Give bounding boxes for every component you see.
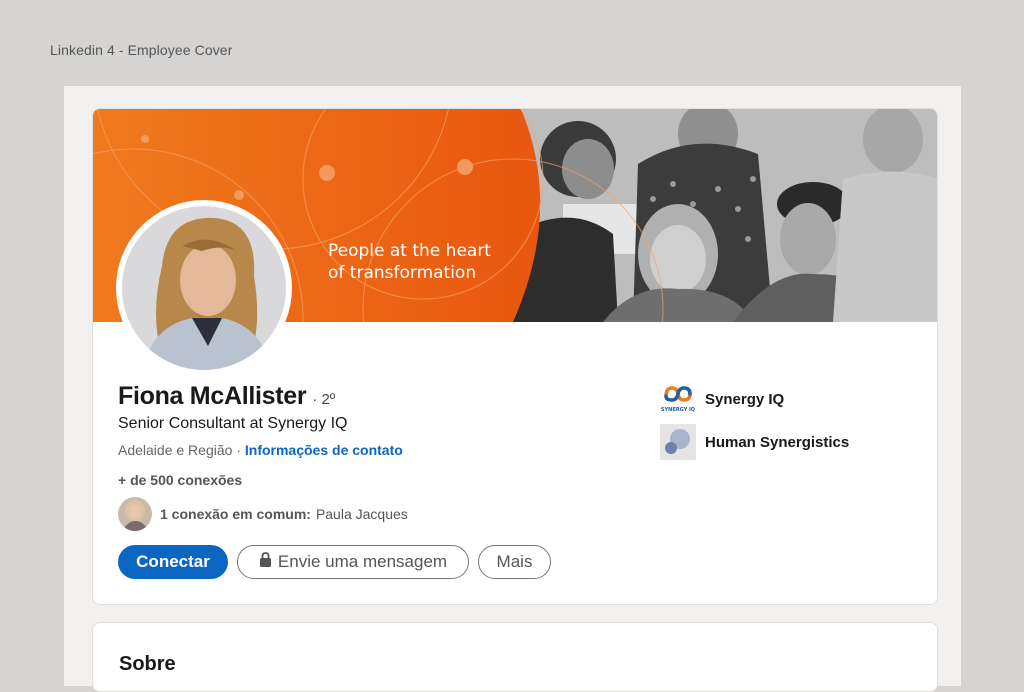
synergy-iq-logo-icon: SYNERGY IQ bbox=[660, 381, 696, 417]
profile-headline: Senior Consultant at Synergy IQ bbox=[118, 415, 348, 432]
company-name: Human Synergistics bbox=[705, 433, 850, 451]
profile-location: Adelaide e Região bbox=[118, 442, 233, 458]
cover-tagline-line-1: People at the heart bbox=[328, 241, 491, 261]
mutual-connections[interactable]: 1 conexão em comum: Paula Jacques bbox=[118, 497, 408, 531]
profile-avatar[interactable] bbox=[122, 206, 286, 370]
company-synergy-iq[interactable]: SYNERGY IQ Synergy IQ bbox=[660, 381, 784, 417]
mutual-avatar bbox=[118, 497, 152, 531]
action-buttons: Conectar Envie uma mensagem Mais bbox=[118, 545, 551, 579]
about-title: Sobre bbox=[119, 653, 176, 675]
team-photo bbox=[513, 109, 937, 322]
connections-count[interactable]: + de 500 conexões bbox=[118, 472, 242, 488]
message-button-label: Envie uma mensagem bbox=[277, 552, 448, 571]
profile-name-row: Fiona McAllister · 2º bbox=[118, 382, 335, 411]
connect-button[interactable]: Conectar bbox=[118, 545, 228, 579]
mutual-count: 1 conexão em comum: bbox=[160, 506, 311, 522]
artboard-label: Linkedin 4 - Employee Cover bbox=[50, 42, 233, 58]
more-button[interactable]: Mais bbox=[478, 545, 551, 579]
location-separator: · bbox=[236, 442, 241, 458]
human-synergistics-logo-icon bbox=[660, 424, 696, 460]
connection-degree: · 2º bbox=[312, 391, 336, 408]
message-button[interactable]: Envie uma mensagem bbox=[237, 545, 469, 579]
about-section: Sobre bbox=[92, 622, 938, 692]
mutual-name: Paula Jacques bbox=[315, 506, 408, 522]
contact-info-link[interactable]: Informações de contato bbox=[245, 442, 403, 458]
cover-tagline: People at the heart of transformation bbox=[328, 240, 548, 284]
cover-tagline-line-2: of transformation bbox=[328, 263, 477, 283]
company-name: Synergy IQ bbox=[705, 390, 785, 408]
lock-icon bbox=[259, 552, 272, 572]
location-row: Adelaide e Região · Informações de conta… bbox=[118, 442, 403, 458]
profile-name: Fiona McAllister bbox=[118, 382, 307, 410]
company-human-synergistics[interactable]: Human Synergistics bbox=[660, 424, 849, 460]
avatar-photo bbox=[122, 206, 286, 370]
synergy-iq-logo-text: SYNERGY IQ bbox=[661, 407, 695, 413]
